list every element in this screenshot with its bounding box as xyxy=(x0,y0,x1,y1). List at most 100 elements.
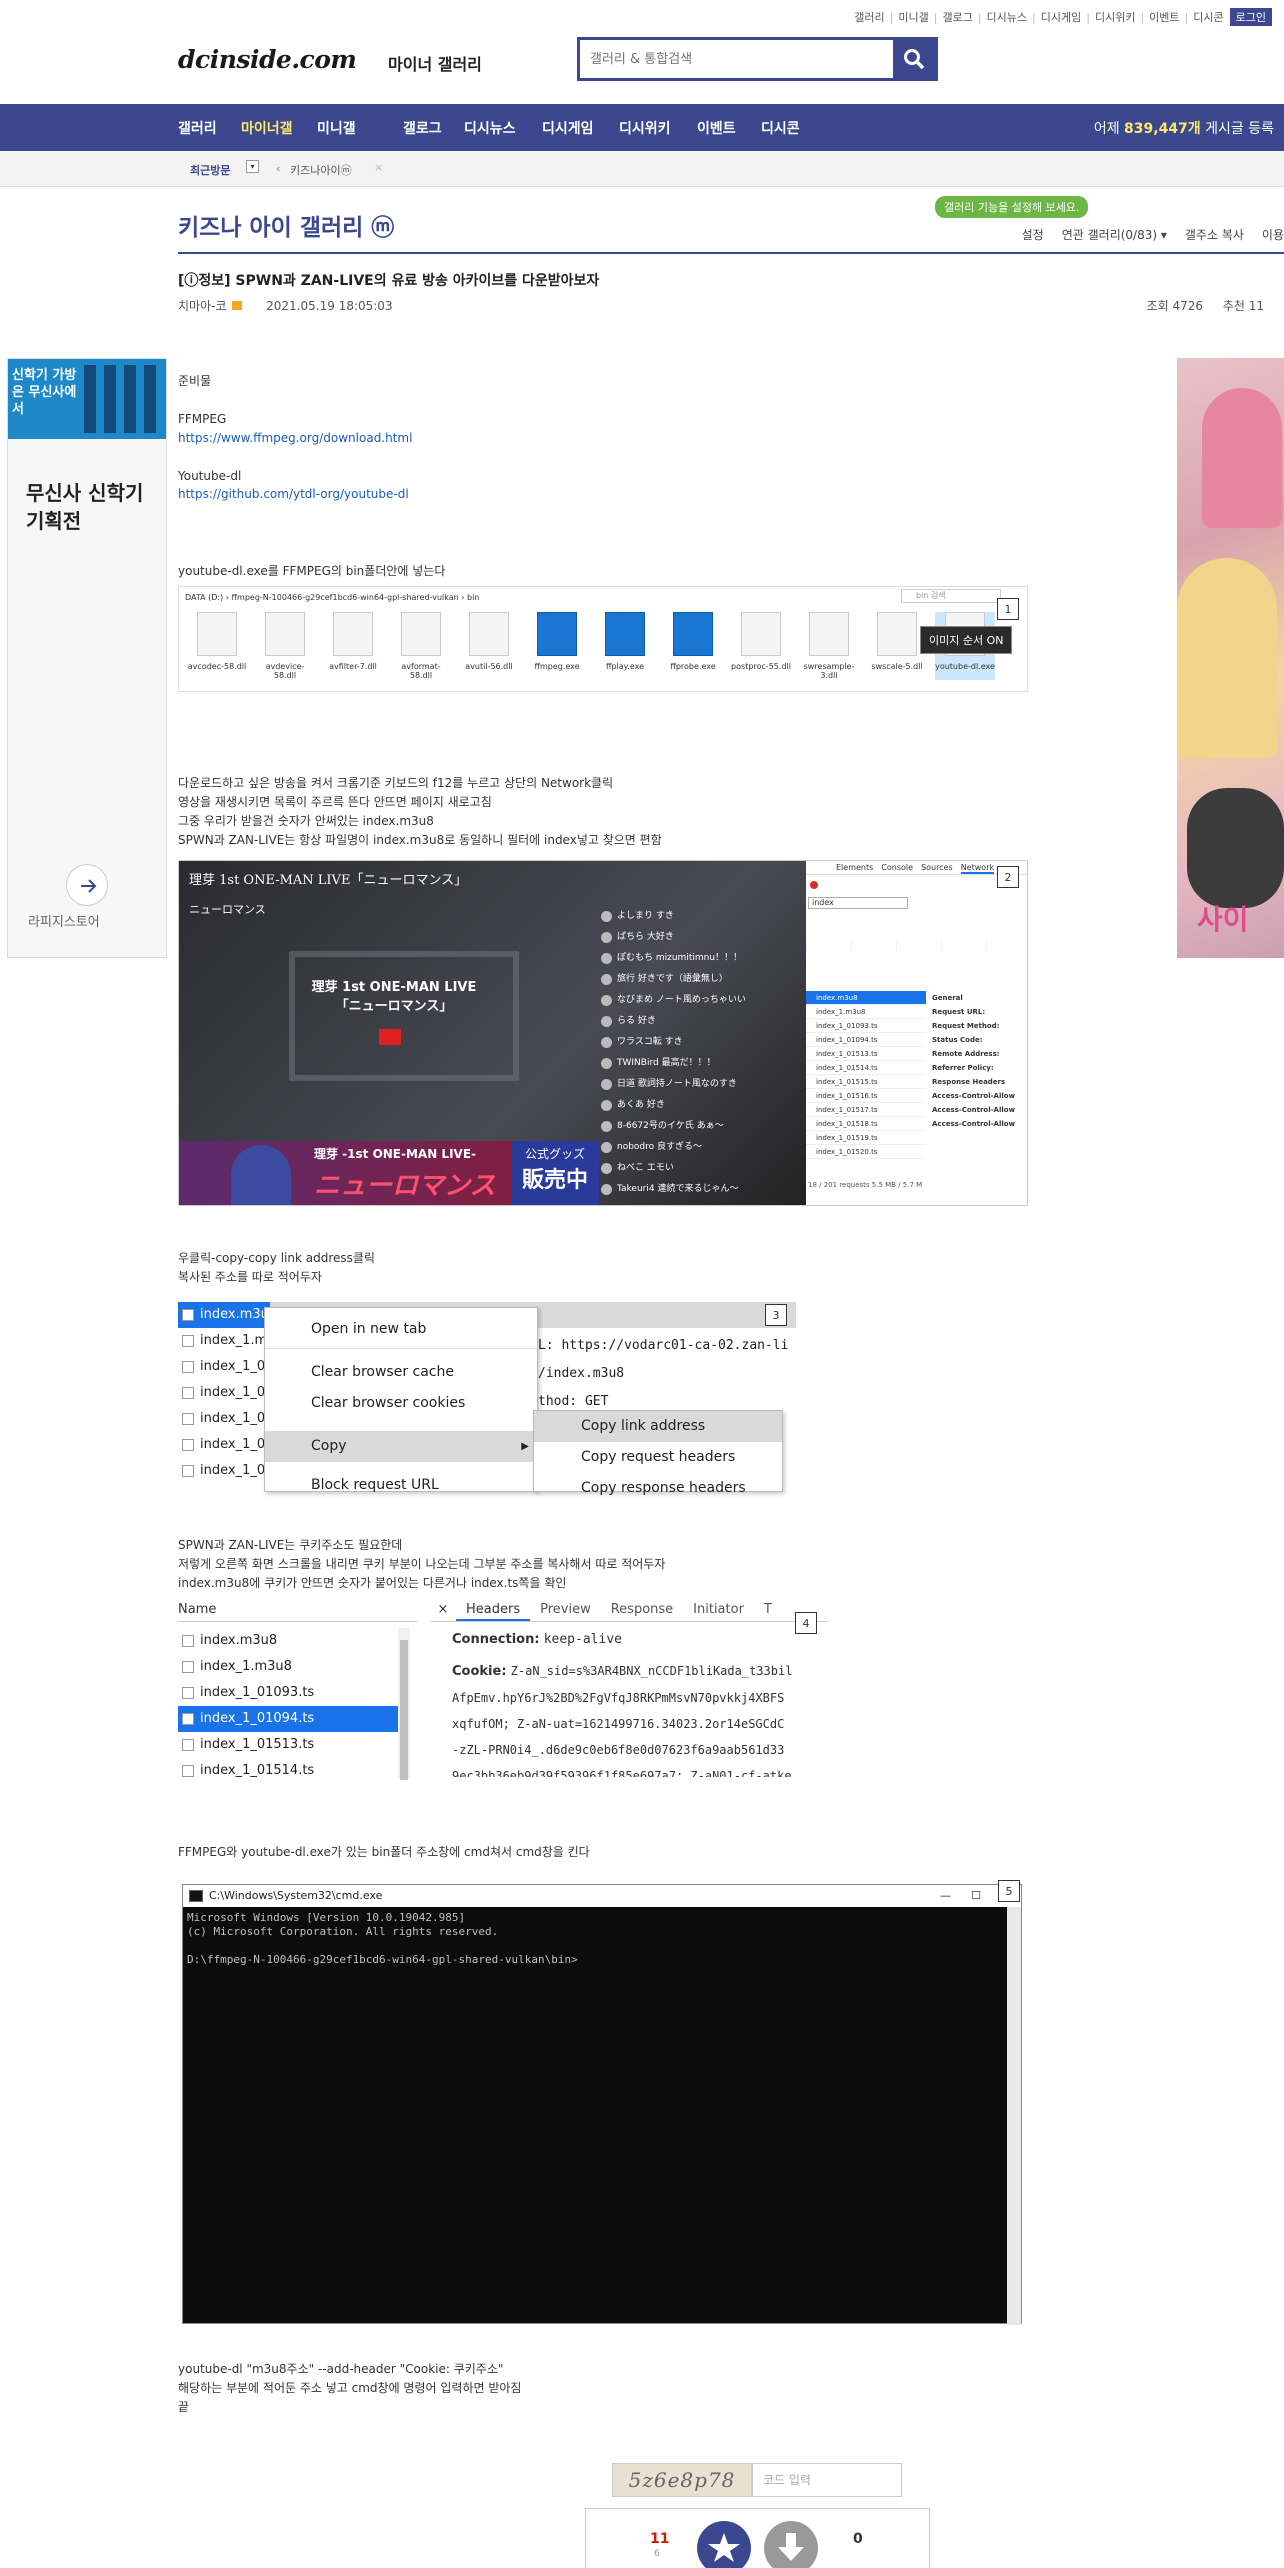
toplink-game[interactable]: 디시게임 xyxy=(1041,9,1081,25)
toplink-event[interactable]: 이벤트 xyxy=(1149,9,1179,25)
record-icon[interactable] xyxy=(810,881,818,889)
network-row[interactable]: index_1_01513.ts xyxy=(806,1047,926,1061)
ad-title[interactable]: 무신사 신학기 기획전 xyxy=(26,479,166,535)
network-row[interactable]: index_1_01093.ts xyxy=(806,1019,926,1033)
file-item[interactable]: ffplay.exe xyxy=(595,612,655,680)
stream-devtools-screenshot[interactable]: 理芽 1st ONE-MAN LIVE「ニューロマンス」 ニューロマンス 理芽 … xyxy=(178,860,1028,1206)
network-row[interactable]: index_1_01518.ts xyxy=(806,1117,926,1131)
gallery-settings[interactable]: 설정 xyxy=(1022,226,1044,243)
nav-dccon[interactable]: 디시콘 xyxy=(761,118,800,138)
table-row[interactable]: index_1_0 xyxy=(178,1458,270,1484)
explorer-screenshot[interactable]: DATA (D:) › ffmpeg-N-100466-g29cef1bcd6-… xyxy=(178,586,1028,692)
ad-banner[interactable]: 신학기 가방은 무신사에서 xyxy=(8,359,166,439)
search-input[interactable] xyxy=(580,40,893,78)
table-row[interactable]: index_1_0 xyxy=(178,1380,270,1406)
menu-copy-link-address[interactable]: Copy link address xyxy=(534,1411,782,1442)
network-row[interactable]: index_1_01514.ts xyxy=(806,1061,926,1075)
file-item[interactable]: avutil-56.dll xyxy=(459,612,519,680)
ad-arrow-button[interactable] xyxy=(66,864,108,906)
nav-gallog[interactable]: 갤로그 xyxy=(403,118,442,138)
file-item[interactable]: swscale-5.dll xyxy=(867,612,927,680)
table-row[interactable]: index_1_01094.ts xyxy=(178,1706,398,1732)
cookie-value-line[interactable]: 9ec3bb36eb9d39f59396f1f85e697a7; Z-aN01-… xyxy=(452,1763,828,1777)
ytdl-link[interactable]: https://github.com/ytdl-org/youtube-dl xyxy=(178,485,409,504)
gallery-title[interactable]: 키즈나 아이 갤러리 ⓜ xyxy=(178,208,394,242)
file-item[interactable]: avdevice-58.dll xyxy=(255,612,315,680)
chevron-left-icon[interactable]: ‹ xyxy=(276,162,280,175)
nav-wiki[interactable]: 디시위키 xyxy=(619,118,671,138)
file-item[interactable]: ffmpeg.exe xyxy=(527,612,587,680)
menu-clear-cache[interactable]: Clear browser cache xyxy=(265,1357,537,1388)
table-row[interactable]: index_1_0 xyxy=(178,1354,270,1380)
captcha-input[interactable]: 코드 입력 xyxy=(752,2463,902,2497)
scrollbar[interactable] xyxy=(398,1628,410,1780)
cookie-value-line[interactable]: AfpEmv.hpY6rJ%2BD%2FgVfqJ8RKPmMsvN70pvkk… xyxy=(452,1685,828,1711)
tab-response[interactable]: Response xyxy=(601,1598,683,1621)
table-row[interactable]: index_1.m3u8 xyxy=(178,1654,398,1680)
menu-block-url[interactable]: Block request URL xyxy=(265,1470,537,1501)
network-row[interactable]: index_1_01094.ts xyxy=(806,1033,926,1047)
nav-event[interactable]: 이벤트 xyxy=(697,118,736,138)
maximize-icon[interactable]: ☐ xyxy=(971,1885,981,1907)
recent-visit-label[interactable]: 최근방문 xyxy=(190,162,230,178)
related-gallery[interactable]: 연관 갤러리(0/83) ▾ xyxy=(1062,226,1167,243)
logo-subtitle[interactable]: 마이너 갤러리 xyxy=(388,51,482,75)
post-author[interactable]: 치마아-코 xyxy=(178,299,227,313)
left-ad[interactable]: 신학기 가방은 무신사에서 무신사 신학기 기획전 라피지스토어 xyxy=(7,358,167,958)
network-row[interactable]: index_1_01515.ts xyxy=(806,1075,926,1089)
recent-item[interactable]: 키즈나아이ⓜ xyxy=(290,162,352,178)
menu-open-new-tab[interactable]: Open in new tab xyxy=(265,1314,537,1345)
file-item[interactable]: avfilter-7.dll xyxy=(323,612,383,680)
table-row[interactable]: index_1.m xyxy=(178,1328,270,1354)
table-row[interactable]: index_1_01093.ts xyxy=(178,1680,398,1706)
cookie-value-line[interactable]: xqfufOM; Z-aN-uat=1621499716.34023.2or14… xyxy=(452,1711,828,1737)
downvote-button[interactable] xyxy=(764,2521,818,2568)
tab-headers[interactable]: Headers xyxy=(456,1598,531,1621)
menu-copy-response-headers[interactable]: Copy response headers xyxy=(534,1473,782,1504)
close-tab-icon[interactable]: × xyxy=(430,1598,456,1621)
nav-minor[interactable]: 마이너갤 xyxy=(241,118,293,138)
file-item[interactable]: avcodec-58.dll xyxy=(187,612,247,680)
ffmpeg-link[interactable]: https://www.ffmpeg.org/download.html xyxy=(178,429,412,448)
site-logo[interactable]: dcinside.com xyxy=(178,45,357,74)
toplink-gallery[interactable]: 갤러리 xyxy=(854,9,884,25)
table-row[interactable]: index_1_01513.ts xyxy=(178,1732,398,1758)
toplink-dccon[interactable]: 디시콘 xyxy=(1193,9,1223,25)
cmd-console[interactable]: Microsoft Windows [Version 10.0.19042.98… xyxy=(183,1907,1021,1971)
recent-dropdown-icon[interactable]: ▾ xyxy=(246,160,259,173)
nav-mini[interactable]: 미니갤 xyxy=(317,118,356,138)
cmd-scrollbar[interactable] xyxy=(1007,1907,1021,2325)
tab-timing[interactable]: T xyxy=(754,1598,782,1621)
file-item[interactable]: ffprobe.exe xyxy=(663,612,723,680)
cmd-window[interactable]: C:\Windows\System32\cmd.exe — ☐ ✕ Micros… xyxy=(182,1884,1022,2325)
network-row[interactable]: index_1_01520.ts xyxy=(806,1145,926,1159)
nav-game[interactable]: 디시게임 xyxy=(542,118,594,138)
upvote-button[interactable] xyxy=(697,2521,751,2568)
right-ad[interactable]: 사이 xyxy=(1177,358,1284,958)
cookie-headers-screenshot[interactable]: Name index.m3u8 index_1.m3u8 index_1_01093… xyxy=(178,1598,828,1782)
menu-copy[interactable]: Copy ▶ xyxy=(265,1431,537,1462)
network-row[interactable]: index.m3u8 xyxy=(806,991,926,1005)
file-item[interactable]: postproc-55.dll xyxy=(731,612,791,680)
nav-gallery[interactable]: 갤러리 xyxy=(178,118,217,138)
usage[interactable]: 이용 xyxy=(1262,226,1284,243)
cookie-value-line[interactable]: Z-aN_sid=s%3AR4BNX_nCCDF1bliKada_t33bil xyxy=(511,1664,793,1678)
table-row[interactable]: index_1_0 xyxy=(178,1406,270,1432)
copy-address[interactable]: 갤주소 복사 xyxy=(1185,226,1244,243)
network-row[interactable]: index_1.m3u8 xyxy=(806,1005,926,1019)
cookie-value-line[interactable]: -zZL-PRN0i4_.d6de9c0eb6f8e0d07623f6a9aab… xyxy=(452,1737,828,1763)
minimize-icon[interactable]: — xyxy=(940,1885,951,1907)
nav-news[interactable]: 디시뉴스 xyxy=(464,118,516,138)
tab-initiator[interactable]: Initiator xyxy=(683,1598,754,1621)
network-row[interactable]: index_1_01517.ts xyxy=(806,1103,926,1117)
tab-preview[interactable]: Preview xyxy=(530,1598,601,1621)
table-row[interactable]: index.m3u8 xyxy=(178,1302,277,1328)
network-row[interactable]: index_1_01516.ts xyxy=(806,1089,926,1103)
file-item[interactable]: swresample-3.dll xyxy=(799,612,859,680)
menu-copy-request-headers[interactable]: Copy request headers xyxy=(534,1442,782,1473)
table-row[interactable]: index_1_01514.ts xyxy=(178,1758,398,1782)
toplink-mini[interactable]: 미니갤 xyxy=(898,9,928,25)
image-order-tooltip[interactable]: 이미지 순서 ON xyxy=(920,626,1013,654)
search-button[interactable] xyxy=(893,40,935,78)
table-row[interactable]: index_1_0 xyxy=(178,1432,270,1458)
